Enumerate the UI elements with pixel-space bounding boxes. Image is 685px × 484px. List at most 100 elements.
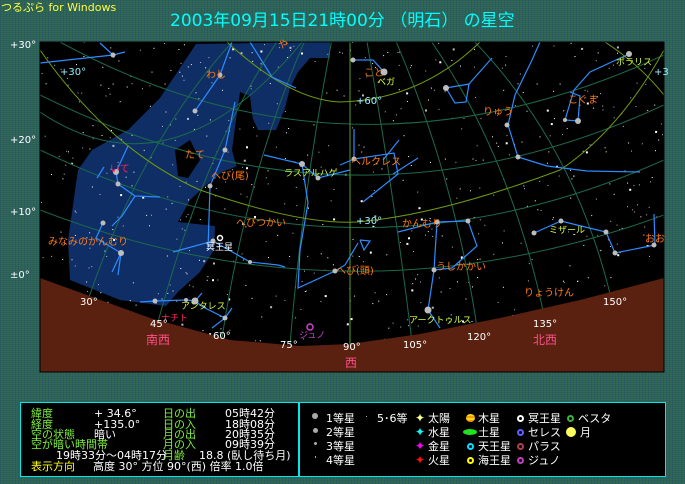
faint-star — [120, 194, 123, 197]
faint-star — [51, 255, 53, 257]
faint-star — [479, 258, 481, 260]
faint-star — [187, 117, 189, 120]
legend-label: 水星 — [428, 426, 450, 439]
faint-star — [432, 235, 434, 237]
faint-star — [497, 145, 499, 147]
faint-star — [228, 120, 230, 122]
faint-star — [587, 90, 589, 92]
azimuth-label: 105° — [403, 340, 428, 351]
faint-star — [472, 158, 474, 160]
star-name: ミザール — [549, 226, 586, 236]
faint-star — [301, 281, 303, 282]
faint-star — [584, 89, 586, 91]
faint-star — [508, 154, 510, 156]
constellation-label: うしかかい — [436, 262, 486, 273]
faint-star — [435, 59, 437, 61]
faint-star — [398, 64, 400, 66]
faint-star — [597, 52, 599, 54]
faint-star — [655, 130, 658, 133]
faint-star — [358, 256, 360, 257]
faint-star — [354, 295, 356, 297]
legend-label: 3等星 — [326, 440, 355, 453]
faint-star — [320, 166, 322, 168]
faint-star — [444, 91, 446, 93]
faint-star — [482, 159, 484, 161]
faint-star — [185, 216, 187, 218]
view-direction-value[interactable]: 高度 30° 方位 90°(西) 倍率 1.0倍 — [93, 461, 264, 472]
faint-star — [260, 50, 263, 53]
faint-star — [650, 181, 651, 183]
faint-star — [613, 117, 615, 119]
faint-star — [403, 135, 405, 137]
faint-star — [577, 280, 579, 282]
faint-star — [102, 66, 104, 68]
faint-star — [536, 83, 538, 85]
faint-star — [133, 171, 135, 173]
faint-star — [119, 101, 121, 103]
faint-star — [449, 288, 451, 289]
faint-star — [183, 79, 185, 81]
faint-star — [407, 319, 409, 321]
faint-star — [251, 297, 253, 299]
faint-star — [189, 250, 190, 252]
faint-star — [318, 151, 320, 153]
faint-star — [100, 292, 102, 294]
faint-star — [226, 294, 228, 296]
faint-star — [203, 260, 206, 263]
legend-label: 木星 — [478, 412, 500, 425]
faint-star — [259, 340, 261, 342]
faint-star — [477, 259, 479, 260]
faint-star — [186, 273, 188, 275]
faint-star — [179, 71, 181, 73]
faint-star — [252, 60, 254, 62]
faint-star — [245, 284, 247, 286]
faint-star — [301, 52, 303, 55]
faint-star — [475, 96, 477, 98]
faint-star — [164, 83, 166, 85]
faint-star — [78, 101, 80, 103]
faint-star — [613, 193, 615, 195]
faint-star — [146, 214, 148, 216]
faint-star — [277, 66, 279, 68]
faint-star — [65, 164, 67, 166]
faint-star — [358, 144, 360, 146]
faint-star — [651, 177, 653, 178]
faint-star — [472, 286, 473, 288]
faint-star — [330, 200, 332, 202]
faint-star — [477, 277, 479, 279]
faint-star — [342, 52, 343, 54]
faint-star — [570, 42, 572, 44]
faint-star — [246, 196, 248, 198]
pallas-icon — [517, 443, 524, 450]
faint-star — [83, 56, 85, 57]
faint-star — [211, 82, 213, 84]
faint-star — [270, 306, 273, 309]
faint-star — [608, 67, 610, 69]
faint-star — [631, 150, 632, 152]
faint-star — [162, 142, 164, 144]
faint-star — [112, 229, 114, 230]
faint-star — [514, 309, 516, 311]
neptune-icon — [467, 457, 474, 464]
faint-star — [289, 256, 291, 257]
faint-star — [622, 125, 624, 127]
faint-star — [76, 64, 77, 66]
faint-star — [117, 161, 119, 163]
pluto-icon — [517, 415, 524, 422]
faint-star — [131, 185, 133, 187]
faint-star — [265, 177, 267, 179]
faint-star — [591, 215, 593, 217]
faint-star — [438, 277, 440, 279]
faint-star — [87, 290, 89, 292]
faint-star — [268, 257, 269, 259]
faint-star — [42, 257, 44, 259]
legend-label: 5･6等 — [377, 412, 408, 425]
faint-star — [439, 61, 442, 64]
faint-star — [289, 46, 292, 49]
constellation-label: りょうけん — [524, 288, 574, 299]
faint-star — [431, 87, 432, 89]
faint-star — [199, 259, 200, 261]
legend-label: ジュノ — [528, 454, 561, 467]
azimuth-label: 45° — [150, 319, 168, 330]
faint-star — [307, 154, 309, 156]
